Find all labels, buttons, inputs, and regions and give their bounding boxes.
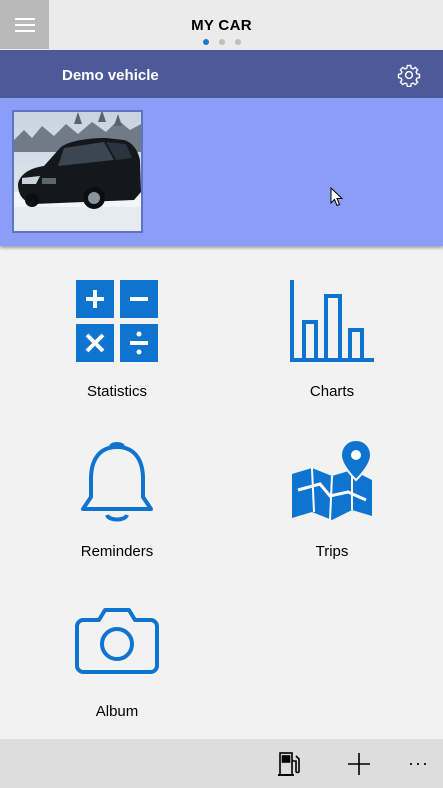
page-title: MY CAR bbox=[191, 17, 252, 34]
tile-reminders[interactable]: Reminders bbox=[27, 426, 207, 576]
tile-album[interactable]: Album bbox=[27, 586, 207, 736]
bell-icon bbox=[81, 442, 153, 522]
tile-label: Album bbox=[95, 703, 139, 720]
calculator-icon bbox=[76, 280, 158, 362]
tile-label: Statistics bbox=[86, 383, 147, 400]
vehicle-photo[interactable] bbox=[12, 110, 143, 233]
page-dot[interactable] bbox=[234, 39, 241, 45]
bottom-app-bar: ··· bbox=[0, 739, 443, 788]
page-dot[interactable] bbox=[218, 39, 225, 45]
more-options-button[interactable]: ··· bbox=[408, 753, 429, 774]
vehicle-hero bbox=[0, 98, 443, 246]
bar-chart-icon bbox=[290, 280, 374, 362]
mouse-cursor-icon bbox=[330, 187, 344, 207]
map-pin-icon bbox=[292, 440, 373, 521]
tile-statistics[interactable]: Statistics bbox=[27, 266, 207, 416]
page-indicator bbox=[0, 39, 443, 45]
tile-label: Trips bbox=[315, 543, 349, 560]
camera-icon bbox=[75, 608, 159, 674]
tile-label: Charts bbox=[309, 383, 355, 400]
fuel-pump-icon[interactable] bbox=[277, 751, 303, 777]
vehicle-bar: Demo vehicle bbox=[0, 50, 443, 98]
tile-trips[interactable]: Trips bbox=[242, 426, 422, 576]
page-dot-active[interactable] bbox=[202, 39, 209, 45]
vehicle-name[interactable]: Demo vehicle bbox=[62, 67, 159, 84]
add-icon[interactable] bbox=[346, 751, 372, 777]
car-image bbox=[14, 112, 141, 231]
gear-icon[interactable] bbox=[397, 63, 421, 87]
tile-charts[interactable]: Charts bbox=[242, 266, 422, 416]
tile-label: Reminders bbox=[80, 543, 154, 560]
top-bar: MY CAR bbox=[0, 0, 443, 50]
